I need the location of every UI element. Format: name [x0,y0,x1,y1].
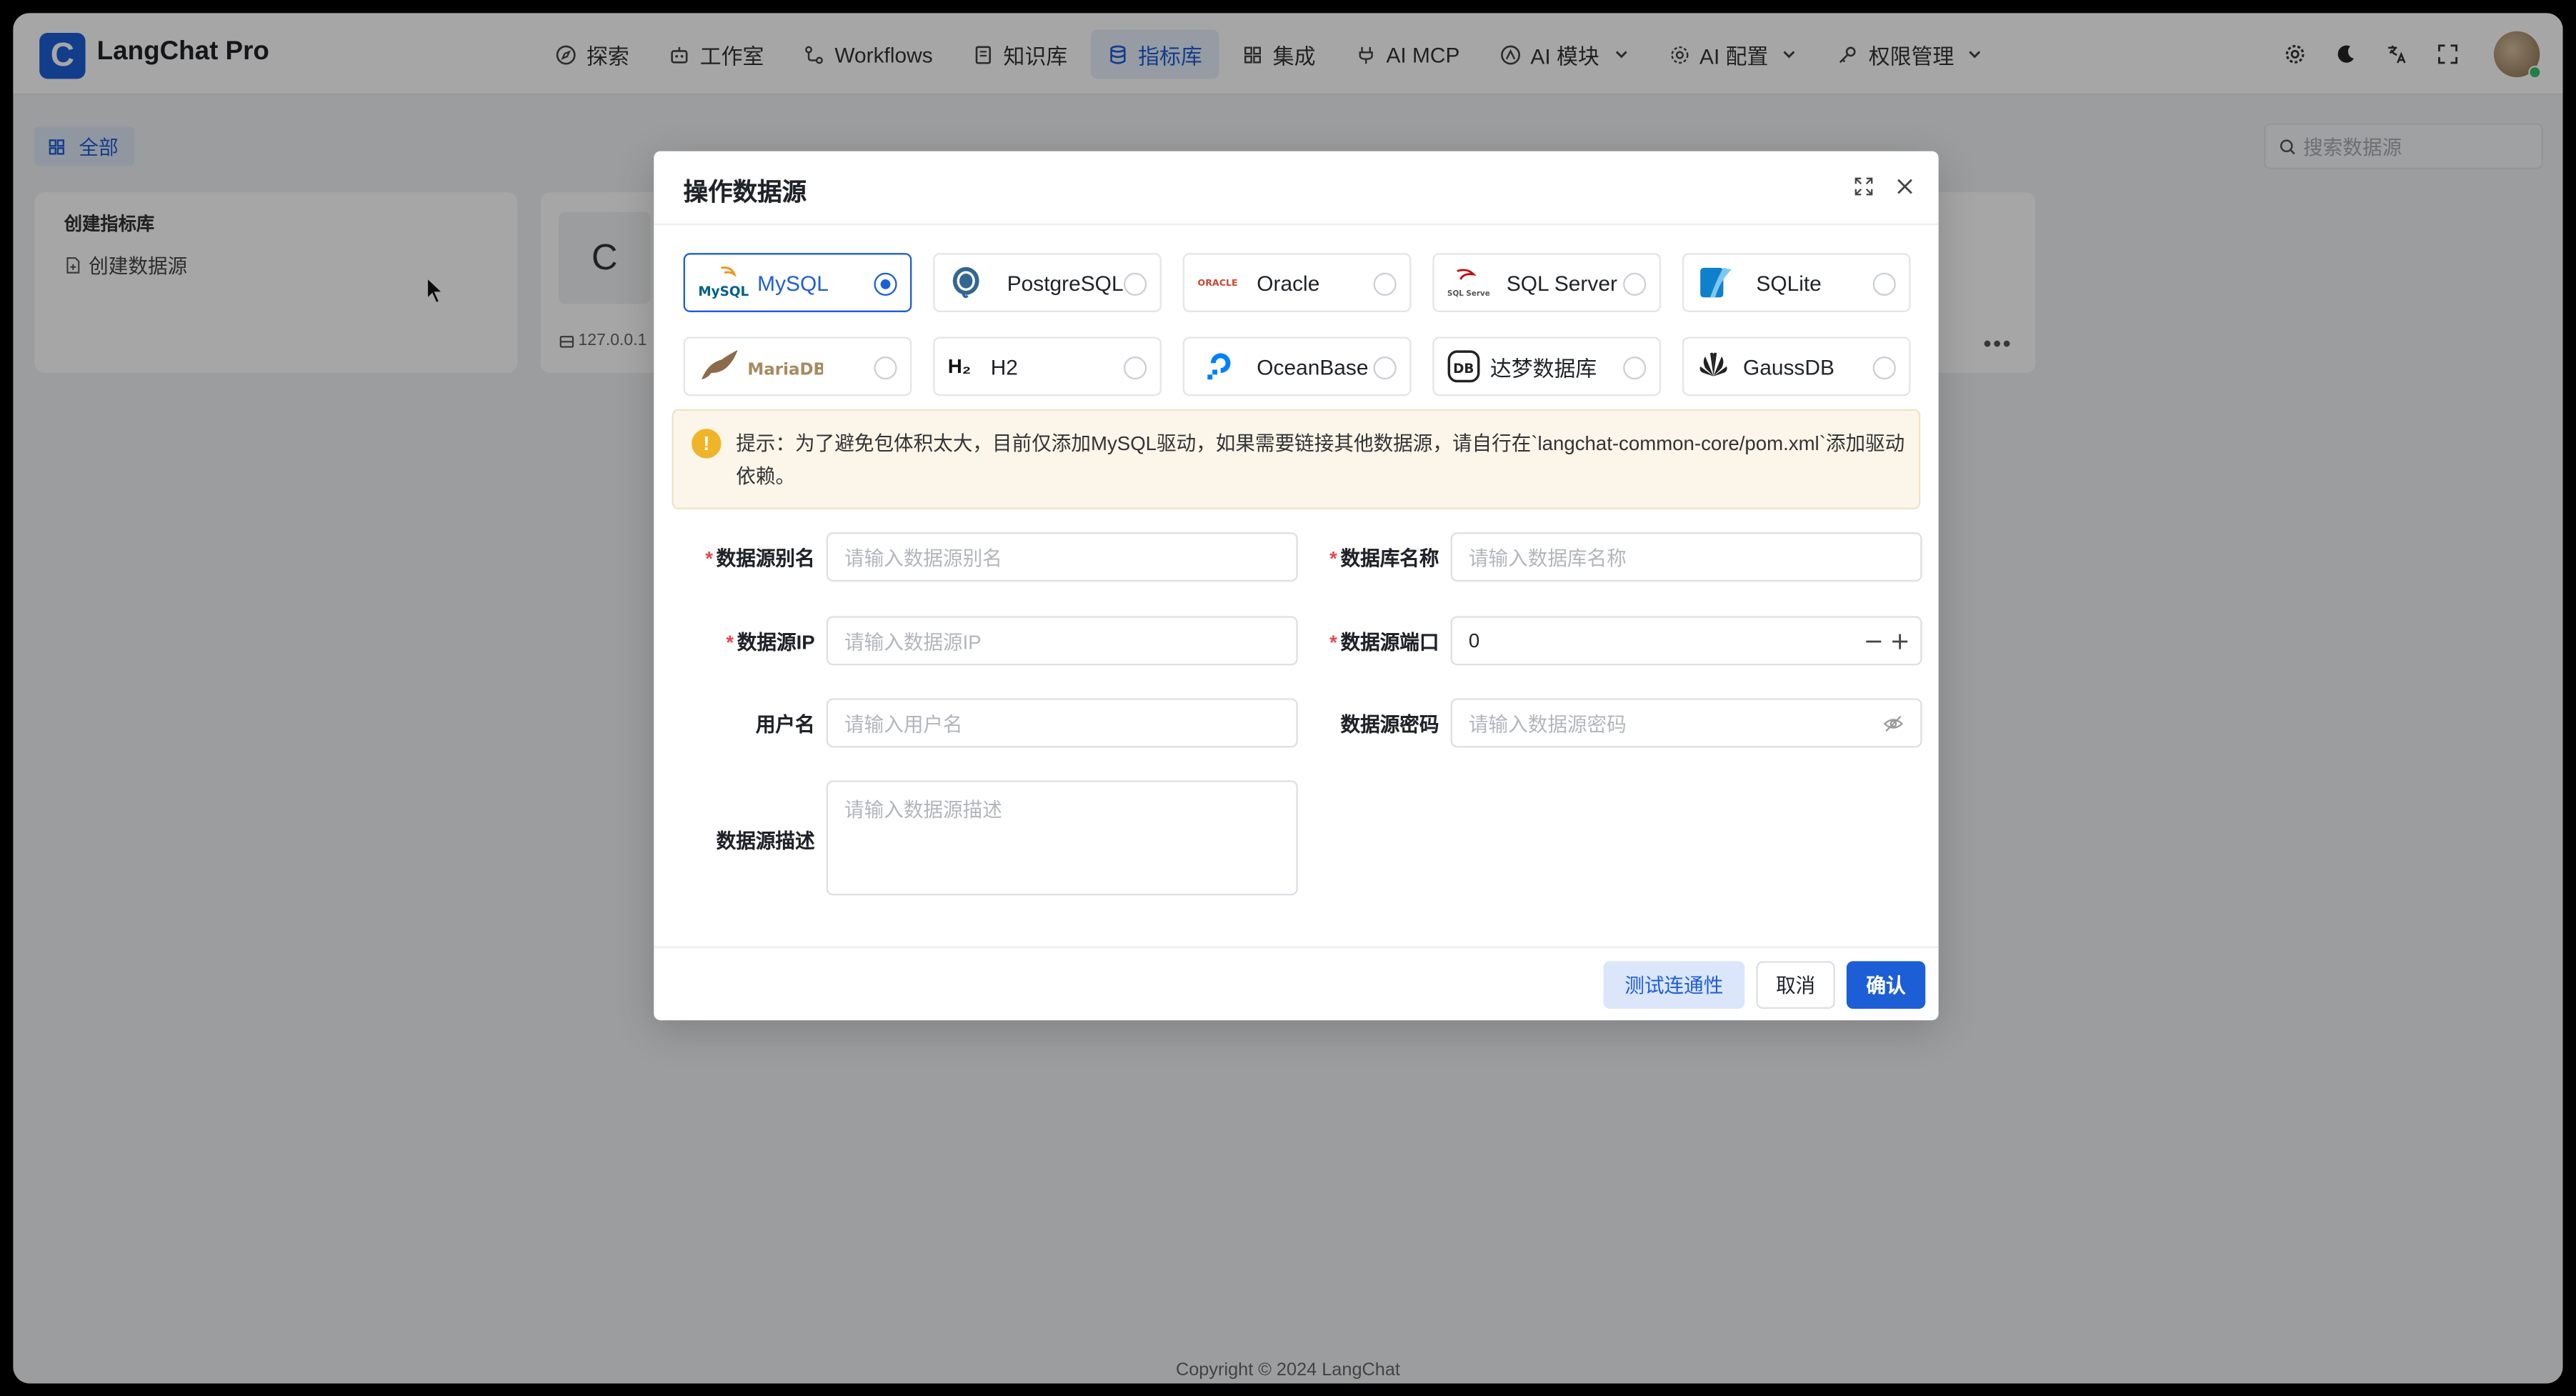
db-option-dameng[interactable]: DB 达梦数据库 [1432,336,1661,397]
db-option-label: GaussDB [1742,354,1834,379]
port-value: 0 [1468,629,1480,652]
mariadb-logo-icon: MariaDB [698,349,823,385]
db-option-mariadb[interactable]: MariaDB [683,336,912,397]
dameng-logo-icon: DB [1447,349,1484,385]
test-connection-button[interactable]: 测试连通性 [1603,961,1745,1009]
db-option-gaussdb[interactable]: GaussDB [1682,336,1911,397]
dialog-header: 操作数据源 [654,151,1939,226]
db-option-sqlserver[interactable]: SQL Server SQL Server [1432,253,1661,312]
description-label: 数据源描述 [716,829,815,853]
datasource-dialog: 操作数据源 MySQL MySQL PostgreSQL ORACLE Orac… [654,151,1939,1021]
minus-icon[interactable] [1862,629,1884,652]
svg-text:MySQL: MySQL [698,284,749,299]
description-textarea[interactable]: 请输入数据源描述 [826,780,1298,896]
db-option-label: MySQL [757,270,829,295]
warning-icon: ! [692,429,722,459]
svg-text:ORACLE: ORACLE [1197,277,1237,288]
db-option-label: PostgreSQL [1007,270,1124,295]
mysql-logo-icon: MySQL [698,264,751,301]
alert-message: 提示：为了避免包体积太大，目前仅添加MySQL驱动，如果需要链接其他数据源，请自… [736,432,1905,489]
dbname-label: * 数据库名称 [1329,547,1439,570]
app-window: C LangChat Pro 探索 工作室 Workflows 知识库 指标库 [13,13,2563,1384]
dialog-footer: 测试连通性 取消 确认 [654,946,1939,1020]
db-option-postgresql[interactable]: PostgreSQL [933,253,1162,312]
db-option-label: OceanBase [1257,354,1369,379]
password-input[interactable]: 请输入数据源密码 [1450,698,1922,748]
port-stepper[interactable]: 0 [1450,616,1922,666]
dbname-input[interactable]: 请输入数据库名称 [1450,532,1922,582]
db-option-h2[interactable]: H₂ H2 [933,336,1162,397]
radio-button[interactable] [1373,357,1397,380]
oracle-logo-icon: ORACLE [1197,264,1250,301]
postgresql-logo-icon [948,264,1001,301]
password-label: 数据源密码 [1340,713,1439,737]
username-input[interactable]: 请输入用户名 [826,698,1298,748]
radio-button[interactable] [874,357,897,380]
sqlite-logo-icon [1697,264,1750,301]
radio-button[interactable] [1123,357,1147,380]
sqlserver-logo-icon: SQL Server [1447,264,1500,301]
radio-button[interactable] [1872,357,1896,380]
huawei-logo-icon [1697,349,1737,385]
eye-off-icon[interactable] [1882,713,1904,734]
close-icon[interactable] [1894,176,1916,197]
radio-button[interactable] [1623,357,1647,380]
maximize-icon[interactable] [1853,176,1874,197]
cancel-button[interactable]: 取消 [1756,961,1835,1009]
db-option-oceanbase[interactable]: OceanBase [1182,336,1412,397]
oceanbase-logo-icon [1197,349,1250,385]
db-option-label: Oracle [1257,270,1320,295]
radio-button[interactable] [1123,272,1147,296]
confirm-button[interactable]: 确认 [1846,961,1926,1009]
ip-label: * 数据源IP [726,631,815,654]
svg-text:SQL Server: SQL Server [1447,289,1490,298]
svg-text:DB: DB [1453,362,1474,377]
svg-text:MariaDB: MariaDB [747,360,823,379]
db-option-oracle[interactable]: ORACLE Oracle [1182,253,1412,312]
db-option-mysql[interactable]: MySQL MySQL [683,253,912,312]
plus-icon[interactable] [1887,629,1910,652]
alias-input[interactable]: 请输入数据源别名 [826,532,1298,582]
driver-warning-alert: ! 提示：为了避免包体积太大，目前仅添加MySQL驱动，如果需要链接其他数据源，… [672,409,1921,509]
username-label: 用户名 [755,713,815,737]
db-option-sqlite[interactable]: SQLite [1682,253,1911,312]
dialog-title: 操作数据源 [683,179,807,207]
stepper-controls [1858,629,1911,652]
db-option-label: H2 [990,354,1018,379]
db-option-label: SQL Server [1506,270,1617,295]
port-label: * 数据源端口 [1329,631,1439,654]
ip-input[interactable]: 请输入数据源IP [826,616,1298,666]
db-option-label: 达梦数据库 [1489,355,1597,381]
db-option-label: SQLite [1756,270,1822,295]
radio-button[interactable] [1623,272,1647,296]
alias-label: * 数据源别名 [705,547,815,570]
h2-logo-icon: H₂ [947,354,972,378]
radio-button[interactable] [874,272,897,296]
radio-button[interactable] [1872,272,1896,296]
radio-button[interactable] [1373,272,1397,296]
